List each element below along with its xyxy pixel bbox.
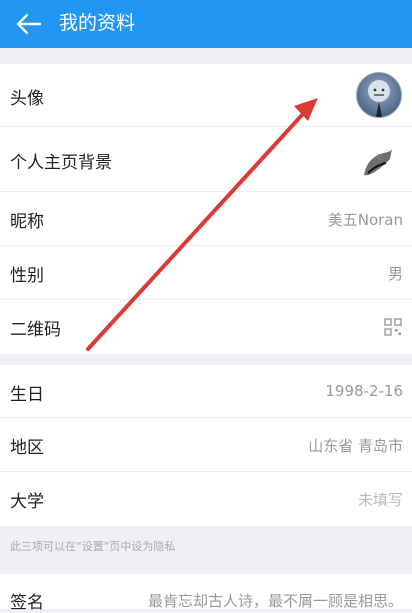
qrcode-row[interactable]: 二维码 — [0, 300, 412, 354]
gender-label: 性别 — [10, 266, 44, 286]
signature-row[interactable]: 签名 最肯忘却古人诗，最不屑一顾是相思。 — [0, 574, 412, 613]
profile-background-label: 个人主页背景 — [10, 153, 112, 173]
qr-code-icon — [384, 318, 402, 336]
region-row[interactable]: 地区 山东省 青岛市 — [0, 418, 412, 472]
ink-painting-icon — [364, 149, 392, 176]
profile-background-thumbnail[interactable] — [358, 145, 394, 181]
university-value: 未填写 — [357, 491, 403, 509]
back-button[interactable] — [12, 8, 46, 40]
university-label: 大学 — [10, 492, 44, 512]
birthday-row[interactable]: 生日 1998-2-16 — [0, 365, 412, 418]
avatar[interactable] — [356, 72, 402, 118]
signature-label: 签名 — [10, 593, 44, 613]
birthday-label: 生日 — [10, 385, 44, 405]
avatar-face-icon — [368, 80, 390, 117]
nickname-row[interactable]: 昵称 美五Noran — [0, 192, 412, 246]
top-app-bar: 我的资料 — [0, 0, 412, 48]
gender-row[interactable]: 性别 男 — [0, 246, 412, 300]
university-row[interactable]: 大学 未填写 — [0, 472, 412, 526]
page-title: 我的资料 — [59, 12, 136, 34]
region-label: 地区 — [10, 438, 44, 458]
birthday-value: 1998-2-16 — [325, 382, 403, 400]
nickname-label: 昵称 — [10, 212, 44, 232]
nickname-value: 美五Noran — [327, 211, 403, 229]
qrcode-label: 二维码 — [10, 320, 61, 340]
gender-value: 男 — [387, 265, 403, 283]
back-arrow-icon — [16, 13, 42, 35]
avatar-label: 头像 — [10, 89, 44, 109]
privacy-note: 此三项可以在“设置”页中设为隐私 — [10, 540, 176, 553]
profile-background-row[interactable]: 个人主页背景 — [0, 127, 412, 192]
region-value: 山东省 青岛市 — [308, 437, 403, 455]
signature-value: 最肯忘却古人诗，最不屑一顾是相思。 — [147, 592, 403, 610]
avatar-row[interactable]: 头像 — [0, 64, 412, 127]
